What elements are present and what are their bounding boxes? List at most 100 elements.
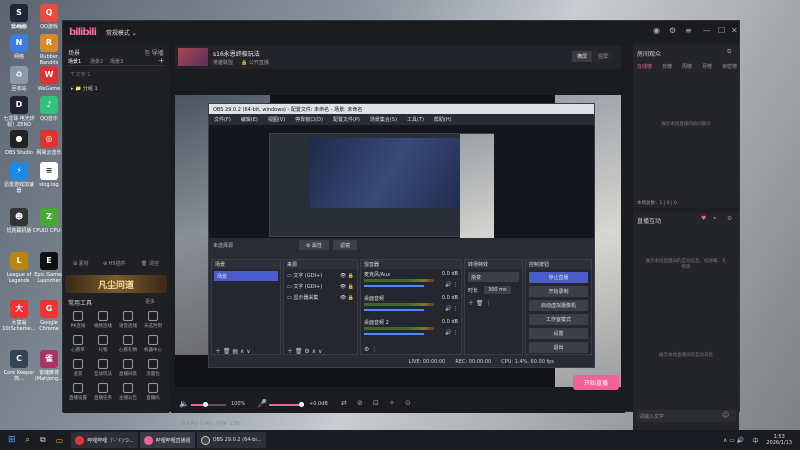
portrait-button[interactable]: 竖屏 — [593, 51, 613, 62]
tool-item[interactable]: PK连线 — [67, 311, 89, 329]
obs-control-button[interactable]: 设置 — [529, 328, 588, 339]
scene-tab-1[interactable]: 场景1 — [68, 58, 81, 65]
chat-input[interactable]: 请输入文字 ☺ — [636, 410, 736, 422]
obs-menu-item[interactable]: 场景集合(S) — [370, 116, 397, 123]
tool-item[interactable]: 直播码 — [142, 383, 164, 401]
tool-item[interactable]: 变装 — [67, 359, 89, 377]
mode-selector[interactable]: 常规模式 ⌄ — [106, 28, 137, 37]
start-live-button[interactable]: 开始直播 — [573, 375, 619, 390]
gift-icon[interactable]: ♥ — [701, 215, 706, 222]
desktop-icon[interactable]: L League of Legends — [2, 252, 36, 284]
obs-control-button[interactable]: 退出 — [529, 342, 588, 353]
obs-menu-item[interactable]: 配置文件(P) — [333, 116, 360, 123]
settings-icon[interactable]: ⚙ — [669, 26, 676, 35]
obs-transition-controls[interactable]: ＋ 🗑 ⋮ — [468, 298, 519, 307]
obs-menu-item[interactable]: 编辑(E) — [241, 116, 258, 123]
windows-start-icon[interactable]: ⊞ — [8, 435, 16, 445]
mic-icon[interactable]: 🎤 — [257, 399, 267, 408]
obs-scene-item[interactable]: 场景 — [214, 271, 278, 281]
tool-item[interactable]: 主播公告 — [117, 383, 139, 401]
input-language[interactable]: 中 — [752, 436, 758, 445]
obs-mixer-controls[interactable]: ⚙ ⋮ — [364, 346, 377, 353]
desktop-icon[interactable]: ◎ 网易云音乐 — [32, 130, 66, 156]
clear-button[interactable]: 🗑 清空 — [141, 260, 159, 267]
desktop-icon[interactable]: C Core Keeper 简… — [2, 350, 36, 382]
obs-preview[interactable] — [209, 125, 594, 238]
desktop-icon[interactable]: E Epic Games Launcher — [32, 252, 66, 284]
material-button[interactable]: ⊞ 素材 — [73, 260, 89, 267]
desktop-icon[interactable]: G Google Chrome — [32, 300, 66, 332]
obs-control-button[interactable]: 停止直播 — [529, 272, 588, 283]
obs-source-item[interactable]: ▭ 文字 (GDI+) 👁 🔒 — [287, 282, 354, 291]
effect-icon[interactable]: ✧ — [389, 399, 395, 407]
landscape-button[interactable]: 横屏 — [572, 51, 592, 62]
tool-item[interactable]: 礼物 — [92, 335, 114, 353]
taskbar-chrome[interactable]: 哔哩哔哩（'-'ゞ)つ... — [71, 432, 138, 448]
obs-source-item[interactable]: ▭ 文字 (GDI+) 👁 🔒 — [287, 271, 354, 280]
layout-icon[interactable]: ⊡ — [373, 399, 379, 407]
scene-tab-2[interactable]: 场景2 — [90, 58, 103, 65]
scene-tab-3[interactable]: 场景3 — [110, 58, 123, 65]
obs-menu-item[interactable]: 工具(T) — [407, 116, 424, 123]
source-text-item[interactable]: T 文字 1 — [71, 71, 90, 78]
desktop-icon[interactable]: 大大富翁10(Scheme… — [2, 300, 36, 332]
tool-item[interactable]: 视频连线 — [92, 311, 114, 329]
audience-tab[interactable]: 亲密榜 — [722, 63, 737, 70]
tool-item[interactable]: 天选时刻 — [142, 311, 164, 329]
tool-item[interactable]: 直播任务 — [92, 383, 114, 401]
stream-visibility[interactable]: 🔒 公开直播 — [241, 59, 269, 66]
promo-banner[interactable]: 凡尘问道 — [65, 275, 167, 293]
tool-item[interactable]: 机器中心 — [142, 335, 164, 353]
desktop-icon[interactable]: ● OBS Studio — [2, 130, 36, 156]
search-icon[interactable]: ⌕ — [26, 435, 30, 445]
close-icon[interactable]: ✕ — [731, 26, 738, 35]
taskbar-obs[interactable]: OBS 29.0.2 (64-bi... — [196, 432, 266, 448]
audience-tab[interactable]: 月榜 — [702, 63, 712, 70]
popout-icon[interactable]: ⧉ — [727, 48, 731, 56]
audience-tab[interactable]: 日榜 — [662, 63, 672, 70]
audience-tab[interactable]: 在线榜 — [637, 63, 652, 70]
mic-volume-slider[interactable] — [269, 402, 304, 407]
minimize-icon[interactable]: — — [703, 26, 711, 35]
obs-menu-item[interactable]: 文件(F) — [214, 116, 231, 123]
volume-slider[interactable] — [364, 309, 424, 311]
obs-source-item[interactable]: ▭ 显示器采集 👁 🔒 — [287, 293, 354, 302]
obs-filters-button[interactable]: 滤镜 — [333, 240, 357, 250]
tools-more-link[interactable]: 更多 — [145, 298, 155, 305]
tray-icons[interactable]: ∧ ▭ 🔊 — [723, 437, 744, 444]
tool-item[interactable]: 直播间装 — [117, 359, 139, 377]
file-explorer-icon[interactable]: ▭ — [56, 436, 64, 445]
avatar-icon[interactable]: ◉ — [653, 26, 660, 35]
desktop-icon[interactable]: ♻ 回收站 — [2, 66, 36, 92]
tool-item[interactable]: 心愿礼物 — [117, 335, 139, 353]
speaker-icon[interactable]: 🔈 — [179, 399, 189, 408]
obs-menu-item[interactable]: 停靠窗口(D) — [295, 116, 323, 123]
source-group-item[interactable]: ▸ 📁 分组 1 — [71, 85, 98, 92]
tool-item[interactable]: 直播设置 — [67, 383, 89, 401]
desktop-icon[interactable]: ☻ 饥荒联机版 — [2, 208, 36, 234]
desktop-icon[interactable]: Q QQ游戏 — [32, 4, 66, 30]
desktop-icon[interactable]: S Steam — [2, 4, 36, 30]
menu-icon[interactable]: ≡ — [685, 26, 692, 35]
maximize-icon[interactable]: ☐ — [718, 26, 725, 35]
desktop-icon[interactable]: ≡ slog.log — [32, 162, 66, 188]
stream-cover-thumbnail[interactable] — [178, 48, 208, 66]
tool-item[interactable]: 互动玩法 — [92, 359, 114, 377]
obs-sources-controls[interactable]: ＋ 🗑 ⚙ ∧ ∨ — [287, 346, 322, 355]
desktop-icon[interactable]: N 网络 — [2, 34, 36, 60]
audience-tab[interactable]: 周榜 — [682, 63, 692, 70]
volume-slider[interactable] — [364, 285, 424, 287]
swap-icon[interactable]: ⇄ — [341, 399, 347, 407]
desktop-icon[interactable]: ♪ QQ音乐 — [32, 96, 66, 122]
obs-menu-item[interactable]: 帮助(H) — [434, 116, 452, 123]
obs-control-button[interactable]: 启动虚拟摄像机 — [529, 300, 588, 311]
desktop-icon[interactable]: D 七龙珠 电光炸裂！ZERO — [2, 96, 36, 128]
obs-control-button[interactable]: 开始录制 — [529, 286, 588, 297]
obs-control-button[interactable]: 工作室模式 — [529, 314, 588, 325]
tool-item[interactable]: 心愿单 — [67, 335, 89, 353]
obs-menu-item[interactable]: 视图(V) — [268, 116, 285, 123]
volume-slider[interactable] — [364, 333, 424, 335]
stream-category[interactable]: 英雄联盟 — [213, 59, 233, 66]
settings-gear-icon[interactable]: ⚙ — [727, 215, 732, 222]
desktop-icon[interactable]: ⚡ 迅雷游戏加速器 — [2, 162, 36, 194]
